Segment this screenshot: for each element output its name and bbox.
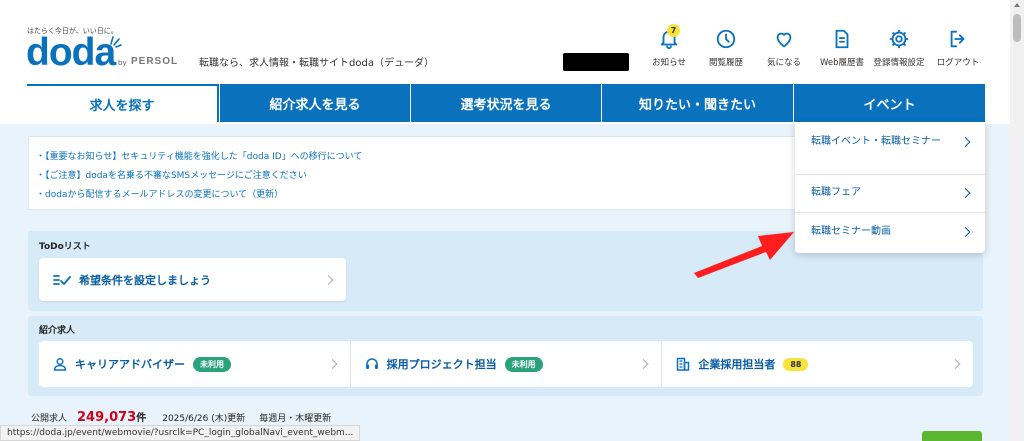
dropdown-item-events-seminars[interactable]: 転職イベント・転職セミナー xyxy=(795,134,985,149)
header-nav-history[interactable]: 閲覧履歴 xyxy=(704,28,748,72)
chevron-right-icon xyxy=(960,226,971,237)
doda-logo[interactable]: doda xyxy=(26,33,116,73)
logout-icon xyxy=(950,30,965,48)
clock-icon xyxy=(716,29,736,49)
by-text: by xyxy=(118,59,127,67)
chevron-right-icon xyxy=(950,359,961,369)
dropdown-item-label: 転職セミナー動画 xyxy=(811,226,891,237)
dropdown-item-job-fair[interactable]: 転職フェア xyxy=(795,185,985,200)
checklist-icon xyxy=(53,274,71,285)
notice-link[interactable]: ・【ご注意】dodaを名乗る不審なSMSメッセージにご注意ください xyxy=(36,168,307,181)
intro-card-recruiting-project[interactable]: 採用プロジェクト担当 未利用 xyxy=(351,341,663,387)
todo-title: ToDoリスト xyxy=(39,242,91,252)
persol-logo: PERSOL xyxy=(131,56,179,67)
dropdown-item-label: 転職フェア xyxy=(811,187,861,198)
notification-badge: 7 xyxy=(667,24,680,37)
stats-label: 公開求人 xyxy=(31,414,68,424)
status-badge: 未利用 xyxy=(193,356,231,372)
header-nav-settings[interactable]: 登録情報設定 xyxy=(870,28,928,72)
header-nav-label: 気になる xyxy=(766,58,801,68)
chevron-right-icon xyxy=(960,187,971,198)
header-nav-logout[interactable]: ログアウト xyxy=(934,28,982,72)
status-bar-url: https://doda.jp/event/webmovie/?usrclk=P… xyxy=(0,425,361,441)
job-count: 249,073 xyxy=(77,410,137,425)
job-count-unit: 件 xyxy=(136,413,147,424)
tab-learn-ask[interactable]: 知りたい・聞きたい xyxy=(601,84,793,122)
notice-link[interactable]: ・【重要なお知らせ】セキュリティ機能を強化した「doda ID」への移行について xyxy=(36,149,362,162)
header-nav-label: ログアウト xyxy=(936,58,980,68)
dropdown-item-seminar-videos[interactable]: 転職セミナー動画 xyxy=(795,224,985,239)
notice-link[interactable]: ・dodaから配信するメールアドレスの変更について（更新） xyxy=(36,187,283,200)
header-nav-label: 閲覧履歴 xyxy=(708,58,743,68)
todo-item-label: 希望条件を設定しましょう xyxy=(79,273,211,287)
tab-selection-status[interactable]: 選考状況を見る xyxy=(410,84,601,122)
building-icon xyxy=(677,357,690,371)
document-icon xyxy=(835,29,849,49)
logo-spark-icon xyxy=(110,36,122,48)
chevron-right-icon xyxy=(960,136,971,147)
green-button-partial[interactable] xyxy=(922,431,982,441)
chevron-right-icon xyxy=(323,274,334,285)
divider xyxy=(795,174,985,175)
intro-card-company-recruiter[interactable]: 企業採用担当者 88 xyxy=(662,341,973,387)
divider xyxy=(795,212,985,213)
dropdown-item-label: 転職イベント・転職セミナー xyxy=(811,136,941,147)
intro-card-career-advisor[interactable]: キャリアアドバイザー 未利用 xyxy=(39,341,351,387)
main-nav: 求人を探す 紹介求人を見る 選考状況を見る 知りたい・聞きたい イベント xyxy=(27,84,985,122)
heart-icon xyxy=(776,32,792,48)
tab-search-jobs[interactable]: 求人を探す xyxy=(27,84,219,122)
chevron-right-icon xyxy=(327,359,338,369)
count-badge: 88 xyxy=(783,357,809,371)
status-badge: 未利用 xyxy=(504,356,543,372)
header-nav-notifications[interactable]: 7 お知らせ xyxy=(648,24,690,72)
site-header: はたらく今日が、いい日に。 doda by PERSOL 転職なら、求人情報・転… xyxy=(0,0,1010,84)
scroll-thumb[interactable] xyxy=(1013,14,1021,42)
job-stats: 公開求人 249,073 件 2025/6/26 (木)更新 毎週月・木曜更新 xyxy=(31,409,331,425)
red-arrow-annotation xyxy=(694,232,794,278)
headset-icon xyxy=(365,358,378,369)
header-nav-web-resume[interactable]: Web履歴書 xyxy=(818,28,866,72)
event-dropdown-menu: 転職イベント・転職セミナー 転職フェア 転職セミナー動画 xyxy=(795,122,985,253)
updated-date: 2025/6/26 (木)更新 xyxy=(162,414,246,424)
chevron-right-icon xyxy=(638,359,649,369)
introduction-title: 紹介求人 xyxy=(39,326,76,336)
site-description: 転職なら、求人情報・転職サイトdoda（デューダ） xyxy=(199,58,434,69)
header-nav-label: お知らせ xyxy=(652,58,686,68)
intro-card-label: 企業採用担当者 xyxy=(698,358,776,371)
header-nav-label: Web履歴書 xyxy=(819,58,865,68)
gear-icon xyxy=(889,29,909,49)
scroll-up-arrow-icon[interactable] xyxy=(1014,3,1020,7)
intro-card-label: キャリアアドバイザー xyxy=(75,358,185,371)
person-icon xyxy=(53,357,67,371)
todo-item-set-preferences[interactable]: 希望条件を設定しましょう xyxy=(39,258,346,301)
tab-referral-jobs[interactable]: 紹介求人を見る xyxy=(219,84,410,122)
header-nav-favorites[interactable]: 気になる xyxy=(762,28,806,72)
redacted-username xyxy=(563,53,629,71)
update-schedule: 毎週月・木曜更新 xyxy=(259,414,332,424)
intro-card-label: 採用プロジェクト担当 xyxy=(386,358,497,371)
tab-events[interactable]: イベント xyxy=(793,84,985,122)
header-nav-label: 登録情報設定 xyxy=(873,58,925,68)
introduction-cards: キャリアアドバイザー 未利用 採用プロジェクト担当 未利用 企業採用担当者 88 xyxy=(39,341,973,387)
page-scrollbar[interactable] xyxy=(1010,0,1024,441)
